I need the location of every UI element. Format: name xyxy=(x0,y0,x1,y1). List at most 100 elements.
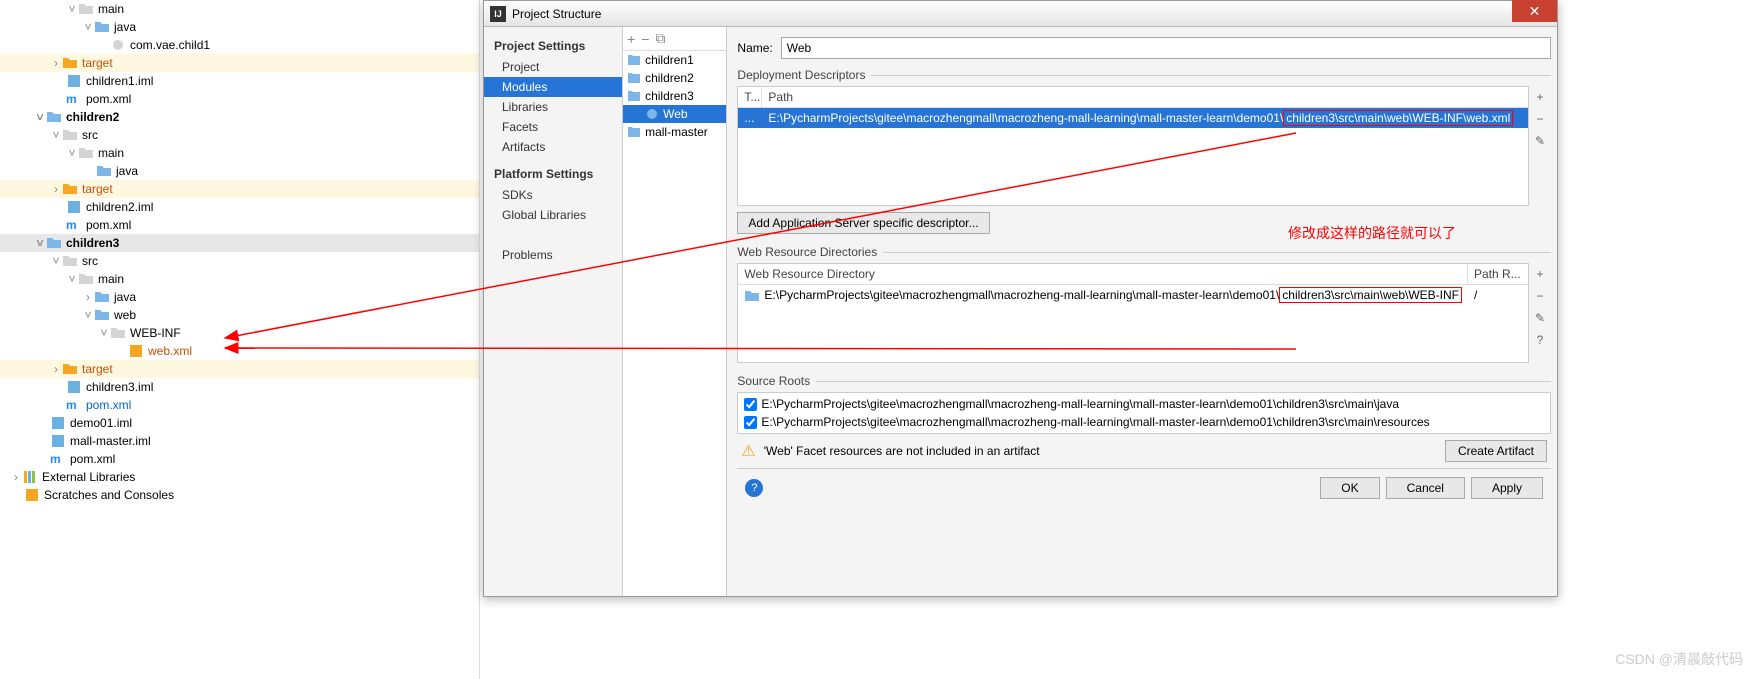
remove-icon[interactable]: − xyxy=(1531,110,1549,128)
remove-icon[interactable]: − xyxy=(1531,287,1549,305)
tree-row[interactable]: ›target xyxy=(0,54,479,72)
chevron-down-icon[interactable]: ˅ xyxy=(82,308,94,322)
chevron-right-icon[interactable]: › xyxy=(50,182,62,196)
list-item[interactable]: E:\PycharmProjects\gitee\macrozhengmall\… xyxy=(738,413,1550,431)
tree-row[interactable]: ˅src xyxy=(0,252,479,270)
tree-row[interactable]: ˅WEB-INF xyxy=(0,324,479,342)
chevron-right-icon[interactable]: › xyxy=(10,470,22,484)
tree-row[interactable]: ›target xyxy=(0,360,479,378)
dialog-titlebar[interactable]: IJ Project Structure ✕ xyxy=(484,1,1557,27)
tree-row[interactable]: java xyxy=(0,162,479,180)
edit-icon[interactable]: ✎ xyxy=(1531,309,1549,327)
create-artifact-button[interactable]: Create Artifact xyxy=(1445,440,1547,462)
add-icon[interactable]: + xyxy=(627,31,635,47)
chevron-down-icon[interactable]: ˅ xyxy=(82,20,94,34)
tree-label: mall-master.iml xyxy=(70,434,151,448)
help-button[interactable]: ? xyxy=(745,479,763,497)
tree-row[interactable]: children2.iml xyxy=(0,198,479,216)
add-icon[interactable]: + xyxy=(1531,265,1549,283)
sidebar-item-facets[interactable]: Facets xyxy=(484,117,622,137)
tree-row[interactable]: ˅src xyxy=(0,126,479,144)
tree-row[interactable]: mall-master.iml xyxy=(0,432,479,450)
checkbox[interactable] xyxy=(744,416,757,429)
chevron-right-icon[interactable]: › xyxy=(82,290,94,304)
th-wrd[interactable]: Web Resource Directory xyxy=(738,264,1468,284)
module-item[interactable]: mall-master xyxy=(623,123,726,141)
tree-row[interactable]: ›target xyxy=(0,180,479,198)
chevron-right-icon[interactable]: › xyxy=(50,362,62,376)
module-label: mall-master xyxy=(645,125,708,139)
tree-row[interactable]: ˅children3 xyxy=(0,234,479,252)
chevron-down-icon[interactable]: ˅ xyxy=(98,326,110,340)
th-pathrel[interactable]: Path R... xyxy=(1468,264,1528,284)
tree-row[interactable]: ›java xyxy=(0,288,479,306)
folder-icon xyxy=(78,272,94,286)
edit-icon[interactable]: ✎ xyxy=(1531,132,1549,150)
sidebar-item-artifacts[interactable]: Artifacts xyxy=(484,137,622,157)
tree-row[interactable]: ˅children2 xyxy=(0,108,479,126)
tree-label: children2.iml xyxy=(86,200,153,214)
module-item[interactable]: children2 xyxy=(623,69,726,87)
tree-row[interactable]: ˅java xyxy=(0,18,479,36)
tree-row[interactable]: children1.iml xyxy=(0,72,479,90)
checkbox[interactable] xyxy=(744,398,757,411)
cancel-button[interactable]: Cancel xyxy=(1386,477,1465,499)
tree-row[interactable]: web.xml xyxy=(0,342,479,360)
module-item[interactable]: children1 xyxy=(623,51,726,69)
tree-row[interactable]: ›External Libraries xyxy=(0,468,479,486)
sidebar-item-libraries[interactable]: Libraries xyxy=(484,97,622,117)
module-icon xyxy=(46,110,62,124)
folder-icon xyxy=(78,2,94,16)
tree-row[interactable]: mpom.xml xyxy=(0,90,479,108)
intellij-icon: IJ xyxy=(490,6,506,22)
add-server-descriptor-button[interactable]: Add Application Server specific descript… xyxy=(737,212,989,234)
watermark: CSDN @清晨敲代码 xyxy=(1615,649,1743,669)
tree-row[interactable]: ˅main xyxy=(0,0,479,18)
chevron-down-icon[interactable]: ˅ xyxy=(50,128,62,142)
help-icon[interactable]: ? xyxy=(1531,331,1549,349)
th-type[interactable]: T... xyxy=(738,87,762,107)
tree-row[interactable]: mpom.xml xyxy=(0,450,479,468)
tree-row[interactable]: demo01.iml xyxy=(0,414,479,432)
sidebar-item-global-libraries[interactable]: Global Libraries xyxy=(484,205,622,225)
module-item[interactable]: children3 xyxy=(623,87,726,105)
chevron-down-icon[interactable]: ˅ xyxy=(50,254,62,268)
sidebar-item-problems[interactable]: Problems xyxy=(484,245,622,265)
chevron-down-icon[interactable]: ˅ xyxy=(66,272,78,286)
remove-icon[interactable]: − xyxy=(641,31,649,47)
sidebar-item-modules[interactable]: Modules xyxy=(484,77,622,97)
sidebar-item-project[interactable]: Project xyxy=(484,57,622,77)
svg-text:m: m xyxy=(66,398,77,412)
tree-row[interactable]: mpom.xml xyxy=(0,216,479,234)
tree-row[interactable]: com.vae.child1 xyxy=(0,36,479,54)
copy-icon[interactable]: ⧉ xyxy=(655,30,665,47)
maven-icon: m xyxy=(66,218,82,232)
close-button[interactable]: ✕ xyxy=(1512,0,1557,22)
chevron-down-icon[interactable]: ˅ xyxy=(34,236,46,250)
warning-text: 'Web' Facet resources are not included i… xyxy=(764,444,1040,458)
tree-row[interactable]: mpom.xml xyxy=(0,396,479,414)
facet-name-input[interactable] xyxy=(781,37,1551,59)
add-icon[interactable]: + xyxy=(1531,88,1549,106)
module-item-web[interactable]: Web xyxy=(623,105,726,123)
tree-row[interactable]: Scratches and Consoles xyxy=(0,486,479,504)
group-title: Deployment Descriptors xyxy=(737,68,871,82)
ok-button[interactable]: OK xyxy=(1320,477,1379,499)
facet-config-panel: Name: Deployment Descriptors T... Path .… xyxy=(727,27,1557,596)
apply-button[interactable]: Apply xyxy=(1471,477,1543,499)
tree-row[interactable]: children3.iml xyxy=(0,378,479,396)
tree-row[interactable]: ˅web xyxy=(0,306,479,324)
chevron-down-icon[interactable]: ˅ xyxy=(66,146,78,160)
folder-icon xyxy=(78,146,94,160)
table-row[interactable]: E:\PycharmProjects\gitee\macrozhengmall\… xyxy=(738,285,1528,305)
tree-row[interactable]: ˅main xyxy=(0,270,479,288)
th-path[interactable]: Path xyxy=(762,87,1528,107)
chevron-down-icon[interactable]: ˅ xyxy=(66,2,78,16)
chevron-down-icon[interactable]: ˅ xyxy=(34,110,46,124)
table-row[interactable]: ... E:\PycharmProjects\gitee\macrozhengm… xyxy=(738,108,1528,128)
sidebar-item-sdks[interactable]: SDKs xyxy=(484,185,622,205)
iml-icon xyxy=(66,74,82,88)
chevron-right-icon[interactable]: › xyxy=(50,56,62,70)
list-item[interactable]: E:\PycharmProjects\gitee\macrozhengmall\… xyxy=(738,395,1550,413)
tree-row[interactable]: ˅main xyxy=(0,144,479,162)
